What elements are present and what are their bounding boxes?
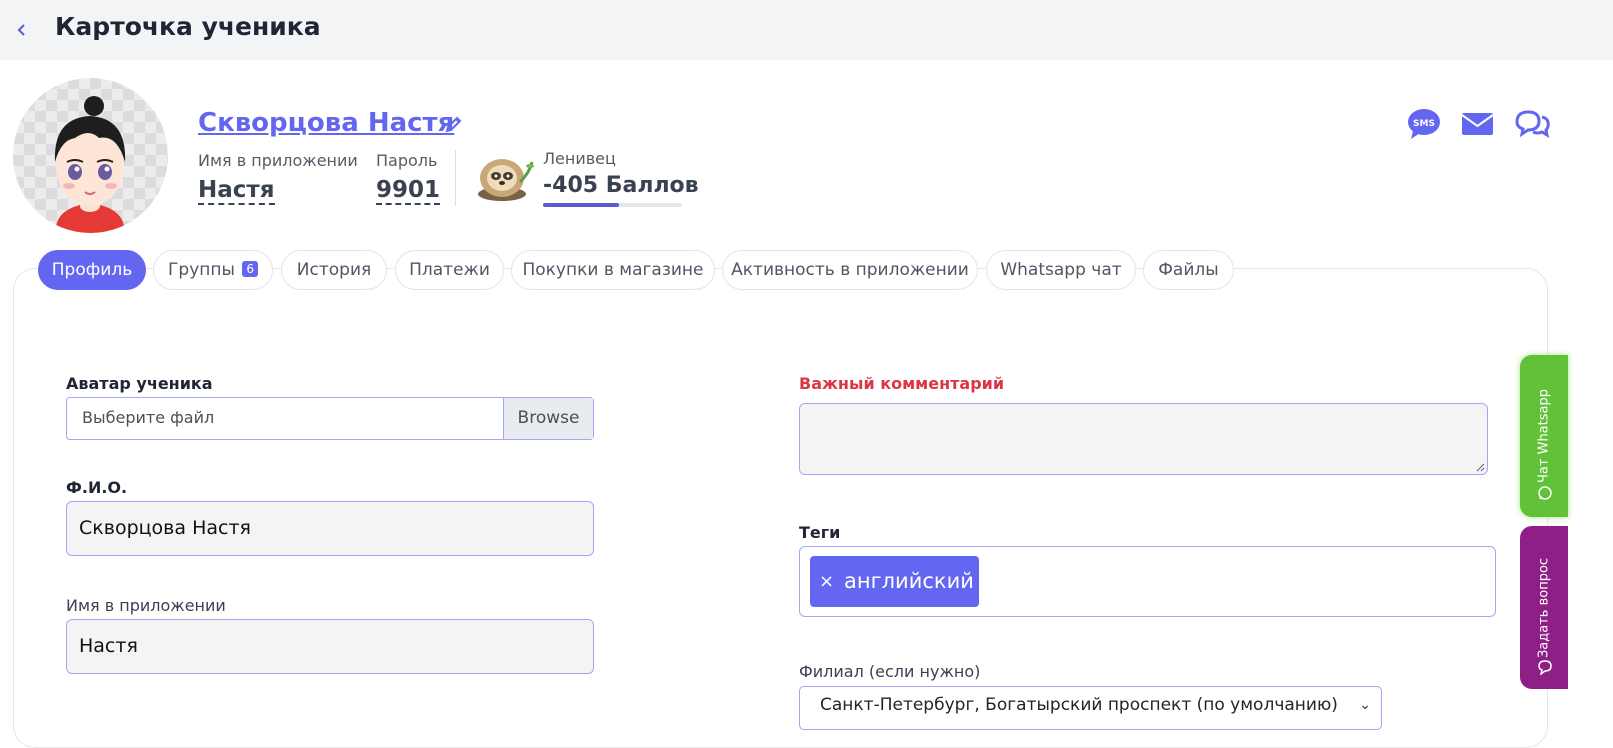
- fio-label: Ф.И.О.: [66, 478, 128, 497]
- sms-icon[interactable]: SMS: [1407, 106, 1441, 142]
- tab-files[interactable]: Файлы: [1143, 250, 1234, 290]
- app-name-input[interactable]: Настя: [66, 619, 594, 674]
- tab-shop-purchases[interactable]: Покупки в магазине: [511, 250, 715, 290]
- tab-history[interactable]: История: [281, 250, 387, 290]
- points-progress-bar: [543, 203, 682, 207]
- resize-handle-icon[interactable]: [1475, 462, 1485, 472]
- page-title: Карточка ученика: [55, 12, 321, 41]
- fio-input[interactable]: Скворцова Настя: [66, 501, 594, 556]
- app-name-value[interactable]: Настя: [198, 177, 275, 205]
- tab-groups-label: Группы: [168, 260, 235, 280]
- tag-text: английский: [844, 569, 974, 593]
- tab-profile[interactable]: Профиль: [38, 250, 146, 290]
- points-value: -405 Баллов: [543, 173, 699, 198]
- whatsapp-chat-button[interactable]: Чат Whatsapp: [1520, 355, 1568, 517]
- important-comment-label: Важный комментарий: [799, 374, 1005, 393]
- app-name-field-label: Имя в приложении: [66, 596, 226, 615]
- whatsapp-icon: [1538, 486, 1552, 500]
- mail-icon[interactable]: [1461, 106, 1494, 142]
- chat-icon[interactable]: [1514, 106, 1550, 142]
- tab-payments[interactable]: Платежи: [395, 250, 504, 290]
- groups-count-badge: 6: [242, 261, 258, 277]
- ask-question-button[interactable]: Задать вопрос: [1520, 526, 1568, 689]
- back-arrow-icon[interactable]: [14, 18, 28, 42]
- tab-whatsapp-chat[interactable]: Whatsapp чат: [986, 250, 1136, 290]
- student-name-link[interactable]: Скворцова Настя: [198, 108, 454, 138]
- password-label: Пароль: [376, 151, 438, 170]
- sloth-level-icon: [472, 148, 536, 202]
- svg-text:SMS: SMS: [1413, 119, 1435, 129]
- info-divider: [455, 150, 456, 206]
- app-name-label: Имя в приложении: [198, 151, 358, 170]
- tab-groups[interactable]: Группы 6: [153, 250, 273, 290]
- avatar-file-input[interactable]: Выберите файл Browse: [66, 397, 594, 440]
- level-name: Ленивец: [543, 149, 616, 168]
- branch-label: Филиал (если нужно): [799, 662, 981, 681]
- ask-question-label: Задать вопрос: [1536, 557, 1552, 658]
- pencil-icon[interactable]: [444, 114, 464, 134]
- browse-button[interactable]: Browse: [503, 398, 593, 439]
- branch-selected-value: Санкт-Петербург, Богатырский проспект (п…: [820, 695, 1338, 715]
- avatar-upload-label: Аватар ученика: [66, 374, 213, 393]
- tags-label: Теги: [799, 523, 841, 542]
- file-placeholder: Выберите файл: [82, 408, 215, 427]
- tab-app-activity[interactable]: Активность в приложении: [722, 250, 978, 290]
- points-progress-fill: [543, 203, 620, 207]
- question-chat-icon: [1538, 660, 1552, 675]
- remove-tag-icon[interactable]: ×: [819, 556, 834, 607]
- whatsapp-chat-label: Чат Whatsapp: [1536, 389, 1552, 483]
- tag-chip: × английский: [810, 556, 979, 607]
- chevron-down-icon: ⌄: [1359, 697, 1371, 713]
- tags-input[interactable]: × английский: [799, 546, 1496, 617]
- top-bar: Карточка ученика: [0, 0, 1613, 60]
- important-comment-textarea[interactable]: [799, 403, 1488, 475]
- branch-select[interactable]: Санкт-Петербург, Богатырский проспект (п…: [799, 686, 1382, 730]
- student-avatar: [13, 78, 168, 233]
- password-value[interactable]: 9901: [376, 177, 441, 205]
